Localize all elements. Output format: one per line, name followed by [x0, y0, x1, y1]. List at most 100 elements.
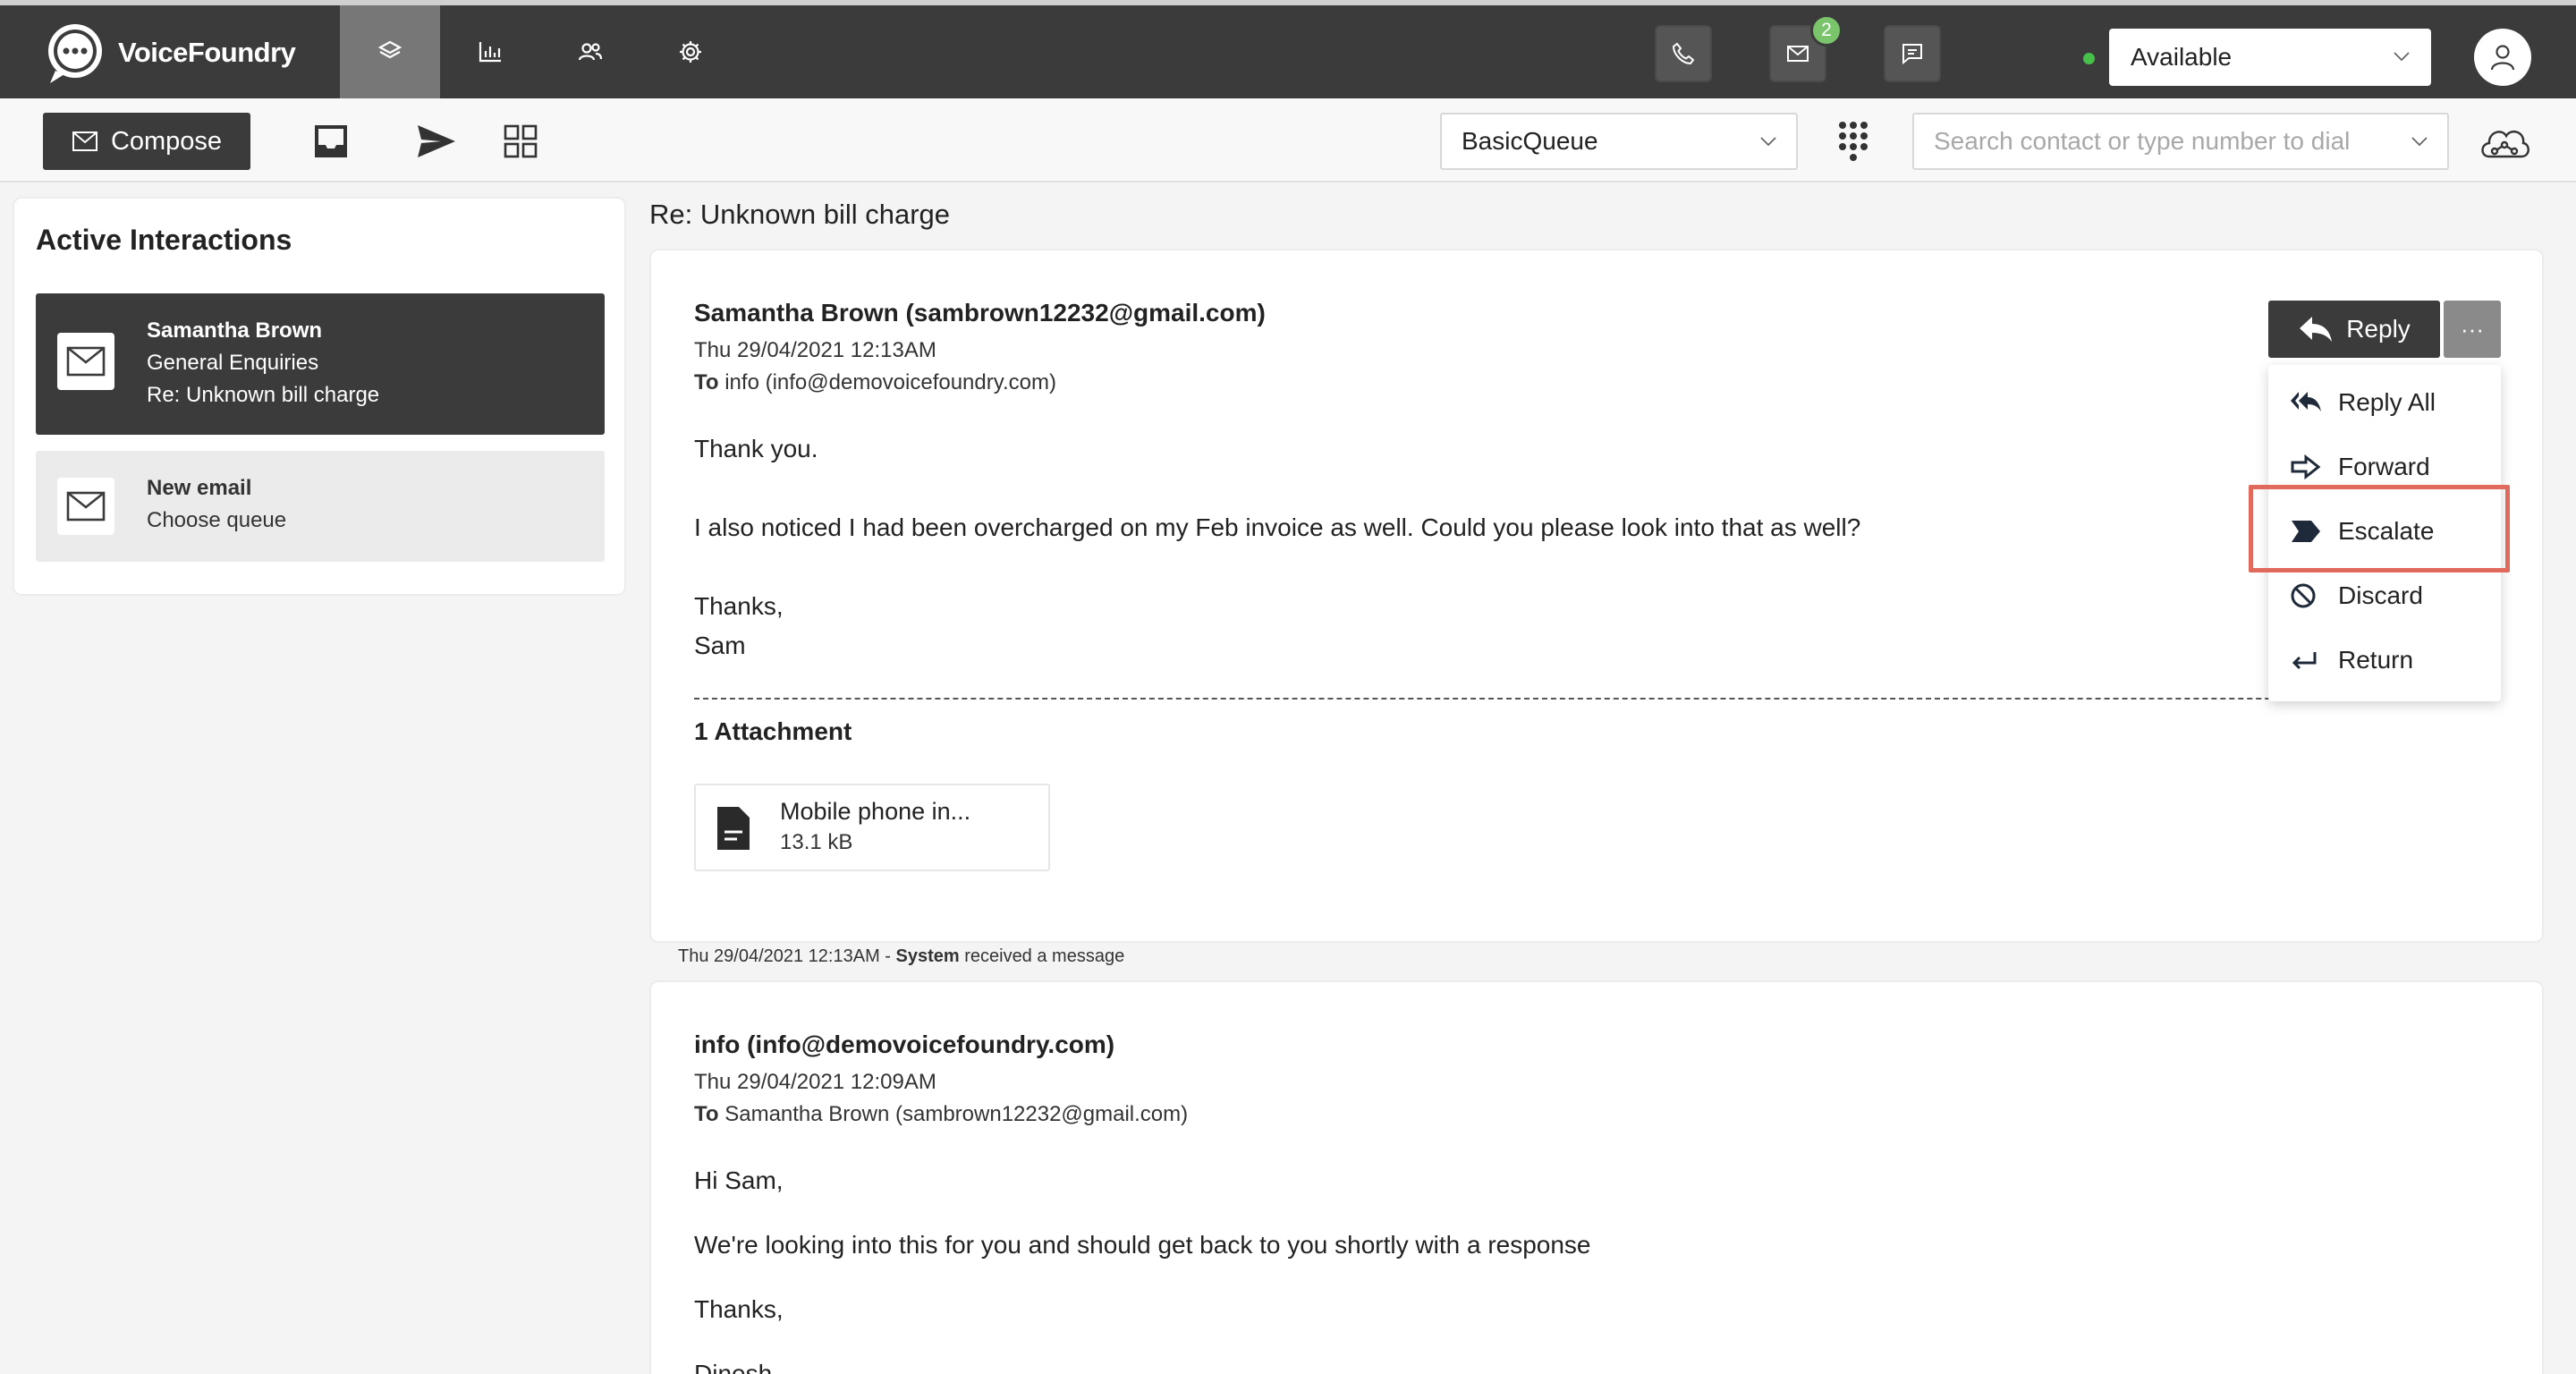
menu-item-label: Forward — [2338, 453, 2430, 480]
conversation-title: Re: Unknown bill charge — [649, 199, 951, 230]
new-email-label: New email — [147, 476, 252, 500]
menu-item-discard[interactable]: Discard — [2268, 571, 2501, 621]
recipient-line: To info (info@demovoicefoundry.com) — [694, 370, 1056, 395]
dialpad-icon — [1839, 122, 1868, 161]
compose-button[interactable]: Compose — [43, 113, 250, 170]
user-icon — [2490, 45, 2515, 71]
top-bar: VoiceFoundry 2 Available — [0, 0, 2576, 98]
phone-button[interactable] — [1655, 25, 1712, 82]
return-icon — [2292, 652, 2317, 670]
chevron-down-icon — [2411, 137, 2428, 147]
file-icon — [717, 807, 750, 850]
layers-icon — [377, 40, 402, 59]
agent-status-select[interactable]: Available — [2109, 29, 2431, 86]
system-event: Thu 29/04/2021 12:13AM - System received… — [678, 946, 1124, 967]
menu-item-label: Discard — [2338, 581, 2423, 609]
forward-icon — [2291, 454, 2321, 480]
mail-icon — [1787, 46, 1809, 62]
toolbar: Compose BasicQueue Search contact or typ… — [0, 98, 2576, 182]
body-line: Thank you. — [694, 435, 818, 462]
mail-icon-box — [57, 478, 114, 535]
chat-button[interactable] — [1884, 25, 1941, 82]
cloud-connect-button[interactable] — [2476, 118, 2533, 165]
mail-icon — [66, 491, 106, 522]
queue-name: General Enquiries — [147, 351, 319, 375]
choose-queue-label: Choose queue — [147, 508, 287, 532]
inbox-icon — [315, 125, 347, 157]
interaction-item-new-email[interactable]: New email Choose queue — [36, 451, 605, 562]
nav-layers[interactable] — [340, 5, 440, 98]
menu-item-reply-all[interactable]: Reply All — [2268, 377, 2501, 428]
cloud-network-icon — [2481, 130, 2529, 158]
bar-chart-icon — [479, 42, 501, 63]
chevron-down-icon — [1760, 137, 1776, 147]
compose-label: Compose — [110, 126, 223, 156]
more-actions-button[interactable]: ··· — [2444, 301, 2501, 358]
users-icon — [578, 43, 603, 61]
attachment-size: 13.1 kB — [780, 830, 853, 854]
divider — [694, 698, 2351, 700]
brand-name: VoiceFoundry — [118, 37, 296, 68]
nav-users[interactable] — [540, 5, 640, 98]
reply-all-icon — [2291, 392, 2321, 411]
more-actions-label: ··· — [2461, 315, 2484, 343]
reply-button[interactable]: Reply — [2268, 301, 2440, 358]
discard-icon — [2291, 583, 2316, 608]
system-event-action: received a message — [959, 946, 1125, 966]
panel-title: Active Interactions — [36, 224, 292, 256]
to-label: To — [694, 370, 719, 394]
agent-status-value: Available — [2131, 43, 2233, 71]
sender: Samantha Brown (sambrown12232@gmail.com) — [694, 299, 1266, 327]
body-line: Thanks, — [694, 592, 784, 620]
body-line: I also noticed I had been overcharged on… — [694, 513, 1861, 541]
gear-icon — [680, 41, 701, 63]
attachment-name: Mobile phone in... — [780, 798, 971, 825]
menu-item-return[interactable]: Return — [2268, 635, 2501, 685]
queue-select[interactable]: BasicQueue — [1440, 113, 1798, 170]
user-avatar[interactable] — [2474, 29, 2531, 86]
attachments-title: 1 Attachment — [694, 717, 852, 745]
message-date: Thu 29/04/2021 12:09AM — [694, 1070, 936, 1094]
body-line: We're looking into this for you and shou… — [694, 1231, 1591, 1259]
body-line: Thanks, — [694, 1295, 784, 1323]
email-message-card: Samantha Brown (sambrown12232@gmail.com)… — [649, 249, 2544, 943]
mail-icon — [66, 346, 106, 377]
body-line: Sam — [694, 632, 746, 659]
grid-icon — [504, 124, 538, 158]
recipient-line: To Samantha Brown (sambrown12232@gmail.c… — [694, 1102, 1188, 1127]
interaction-text: Samantha Brown General Enquiries Re: Unk… — [147, 315, 379, 411]
to-label: To — [694, 1102, 719, 1126]
body-line: Hi Sam, — [694, 1166, 784, 1194]
sender: info (info@demovoicefoundry.com) — [694, 1030, 1115, 1058]
interaction-text: New email Choose queue — [147, 472, 286, 537]
email-message-card: info (info@demovoicefoundry.com) Thu 29/… — [649, 980, 2544, 1374]
reply-label: Reply — [2346, 315, 2411, 343]
attachment-card[interactable]: Mobile phone in... 13.1 kB — [694, 784, 1050, 871]
nav-settings[interactable] — [640, 5, 741, 98]
inbox-button[interactable] — [308, 118, 354, 165]
phone-icon — [1672, 42, 1695, 65]
menu-item-label: Return — [2338, 646, 2414, 674]
sent-button[interactable] — [413, 118, 460, 165]
system-event-time: Thu 29/04/2021 12:13AM - — [678, 946, 896, 966]
recipient: info (info@demovoicefoundry.com) — [724, 370, 1056, 394]
message-date: Thu 29/04/2021 12:13AM — [694, 338, 936, 362]
brand[interactable]: VoiceFoundry — [41, 21, 296, 84]
send-icon — [418, 125, 455, 157]
grid-view-button[interactable] — [497, 118, 544, 165]
logo-icon — [48, 24, 102, 83]
dial-search-input[interactable]: Search contact or type number to dial — [1912, 113, 2449, 170]
escalate-highlight-box — [2249, 485, 2510, 572]
menu-item-label: Reply All — [2338, 388, 2436, 416]
recipient: Samantha Brown (sambrown12232@gmail.com) — [724, 1102, 1189, 1126]
queue-value: BasicQueue — [1462, 127, 1598, 155]
interaction-item-active[interactable]: Samantha Brown General Enquiries Re: Unk… — [36, 293, 605, 435]
chevron-down-icon — [2394, 52, 2410, 62]
body-line: Dinesh — [694, 1360, 773, 1374]
mail-icon-box — [57, 333, 114, 390]
subject: Re: Unknown bill charge — [147, 383, 380, 407]
dialpad-button[interactable] — [1830, 118, 1877, 165]
nav-analytics[interactable] — [440, 5, 540, 98]
active-interactions-panel: Active Interactions Samantha Brown Gener… — [13, 197, 626, 596]
chat-icon — [1902, 44, 1922, 65]
